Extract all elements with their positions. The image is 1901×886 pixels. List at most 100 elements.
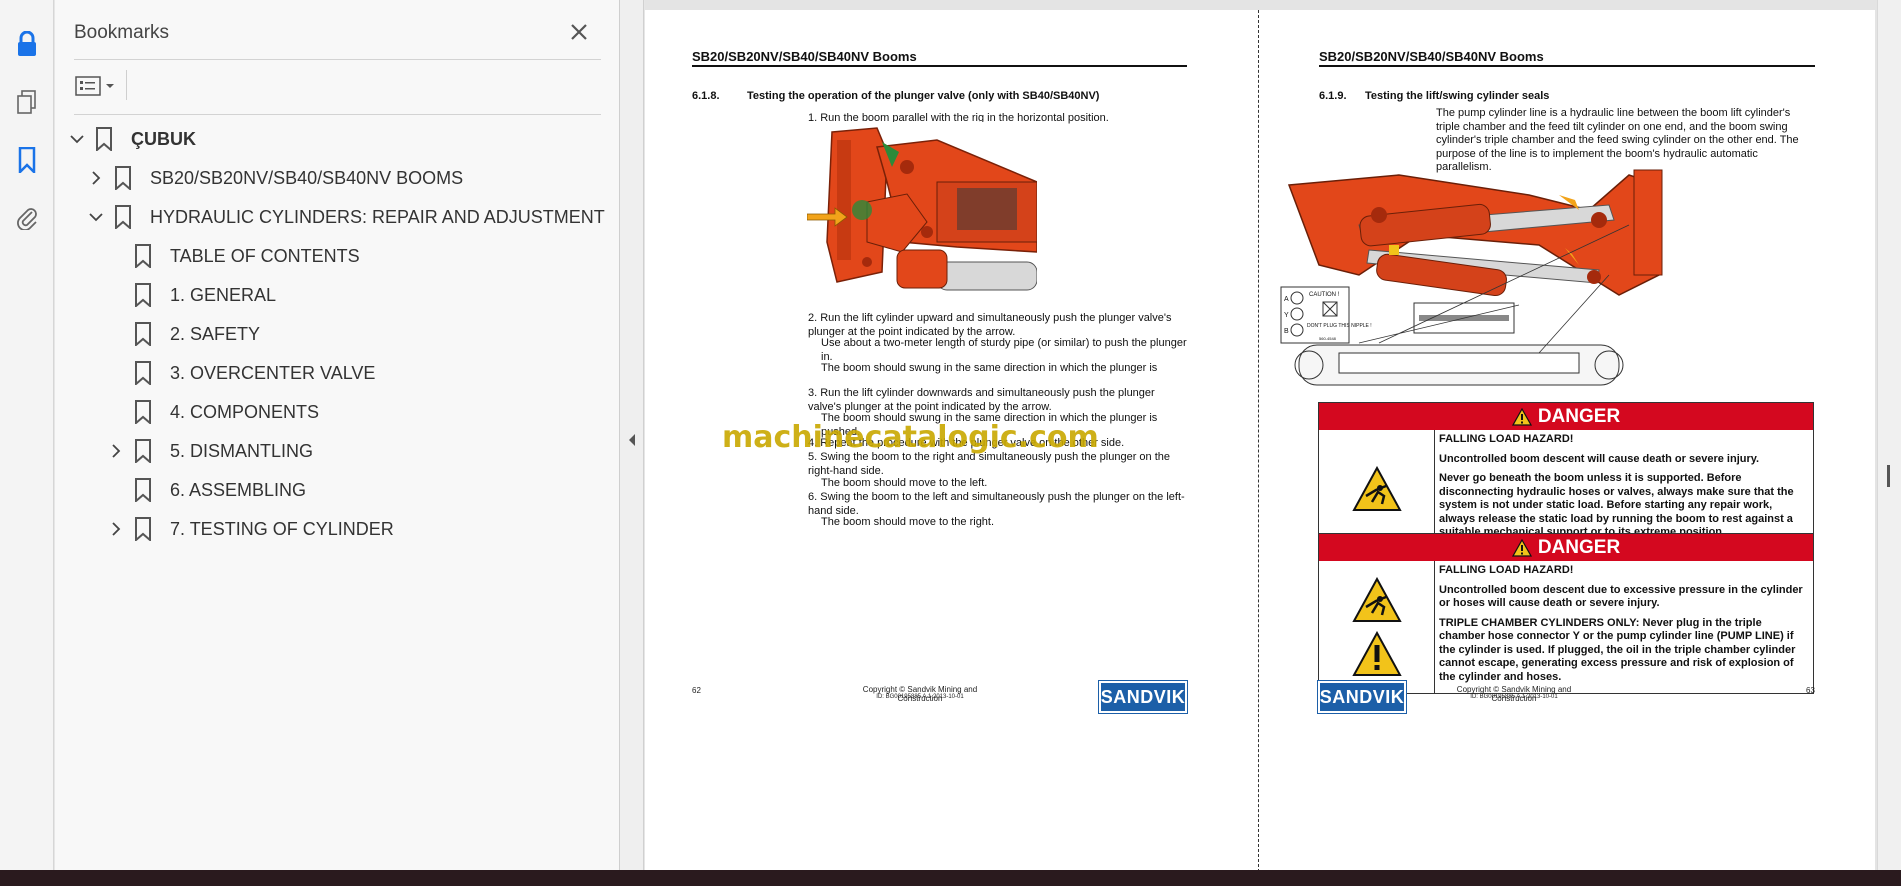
header-rule xyxy=(1319,65,1815,67)
bookmark-icon xyxy=(135,244,151,268)
taskbar xyxy=(0,870,1901,886)
bookmark-overcenter-valve[interactable]: 3. OVERCENTER VALVE xyxy=(106,357,375,389)
caution-text: DON'T PLUG THIS NIPPLE ! xyxy=(1307,323,1372,329)
close-icon[interactable] xyxy=(567,20,591,44)
bookmark-label: TABLE OF CONTENTS xyxy=(170,245,360,266)
pdf-viewer-window: Bookmarks ÇUBUK SB20/SB20NV/SB40/SB40NV … xyxy=(0,0,1901,886)
bookmark-icon xyxy=(135,283,151,307)
falling-load-hazard-icon xyxy=(1351,466,1402,512)
chevron-down-icon[interactable] xyxy=(86,207,106,227)
page-number: 63 xyxy=(1806,686,1815,695)
bookmark-table-of-contents[interactable]: TABLE OF CONTENTS xyxy=(106,240,360,272)
chevron-right-icon[interactable] xyxy=(86,168,106,188)
boom-plunger-valve-figure xyxy=(807,122,1037,297)
danger-line: TRIPLE CHAMBER CYLINDERS ONLY: Never plu… xyxy=(1439,616,1796,683)
chevron-down-icon[interactable] xyxy=(67,129,87,149)
danger-line: FALLING LOAD HAZARD! xyxy=(1439,433,1574,445)
page-63: SB20/SB20NV/SB40/SB40NV Booms 6.1.9. Tes… xyxy=(1259,10,1875,872)
bookmark-icon xyxy=(135,400,151,424)
bookmark-icon xyxy=(135,361,151,385)
bookmark-icon xyxy=(135,517,151,541)
bookmark-label: 3. OVERCENTER VALVE xyxy=(170,362,376,383)
danger-line: Never go beneath the boom unless it is s… xyxy=(1439,472,1794,538)
section-number: 6.1.9. xyxy=(1319,90,1347,102)
bookmark-icon xyxy=(135,322,151,346)
danger-box-1: DANGER FALLING LOAD HAZARD! Uncontrolled… xyxy=(1318,402,1814,550)
scrollbar-thumb[interactable] xyxy=(1887,465,1890,487)
panel-divider xyxy=(74,59,601,60)
caution-port-y: Y xyxy=(1284,312,1289,319)
bookmark-options-button[interactable] xyxy=(75,72,121,100)
danger-box-2: DANGER FALLING LOAD HAZARD! Uncontrolled… xyxy=(1318,533,1814,694)
bookmark-label: HYDRAULIC CYLINDERS: REPAIR AND ADJUSTME… xyxy=(150,206,605,227)
bookmark-components[interactable]: 4. COMPONENTS xyxy=(106,396,319,428)
step-6: 6. Swing the boom to the left and simult… xyxy=(808,491,1185,517)
bookmark-assembling[interactable]: 6. ASSEMBLING xyxy=(106,474,306,506)
tool-rail xyxy=(0,0,54,870)
section-number: 6.1.8. xyxy=(692,90,720,102)
page-number: 62 xyxy=(692,686,701,695)
step-3: 3. Run the lift cylinder downwards and s… xyxy=(808,387,1155,413)
danger-icons xyxy=(1319,430,1435,549)
bookmark-label: SB20/SB20NV/SB40/SB40NV BOOMS xyxy=(150,167,464,188)
warning-icon xyxy=(1511,407,1532,426)
bookmark-dismantling[interactable]: 5. DISMANTLING xyxy=(106,435,313,467)
bookmark-icon xyxy=(135,439,151,463)
panel-title: Bookmarks xyxy=(74,22,170,43)
bookmark-cubuk[interactable]: ÇUBUK xyxy=(67,123,196,155)
caution-port-a: A xyxy=(1284,296,1289,303)
danger-title: DANGER xyxy=(1537,536,1621,558)
step-5-result: The boom should move to the left. xyxy=(821,477,988,489)
danger-line: Uncontrolled boom descent will cause dea… xyxy=(1439,452,1760,465)
bookmark-label: 4. COMPONENTS xyxy=(170,401,320,422)
watermark: machinecatalogic.com xyxy=(722,420,1099,455)
list-options-icon xyxy=(75,76,101,96)
vertical-scrollbar[interactable] xyxy=(1877,0,1901,870)
bookmark-label: 7. TESTING OF CYLINDER xyxy=(170,518,394,539)
danger-header: DANGER xyxy=(1319,403,1813,430)
danger-icons xyxy=(1319,561,1435,693)
bookmark-label: 1. GENERAL xyxy=(170,284,277,305)
bookmark-hydraulic-cylinders[interactable]: HYDRAULIC CYLINDERS: REPAIR AND ADJUSTME… xyxy=(86,201,605,233)
step-2: 2. Run the lift cylinder upward and simu… xyxy=(808,312,1172,338)
document-id: ID: BG00195885 A.1 2013-10-01 xyxy=(876,694,964,700)
panel-resize-handle[interactable] xyxy=(620,0,644,870)
bookmark-icon xyxy=(96,127,112,151)
danger-line: Uncontrolled boom descent due to excessi… xyxy=(1439,583,1803,610)
bookmark-safety[interactable]: 2. SAFETY xyxy=(106,318,260,350)
bookmark-booms[interactable]: SB20/SB20NV/SB40/SB40NV BOOMS xyxy=(86,162,463,194)
warning-icon xyxy=(1511,538,1532,557)
chevron-right-icon[interactable] xyxy=(106,519,126,539)
sandvik-logo: SANDVIK xyxy=(1098,680,1188,714)
bookmark-label: ÇUBUK xyxy=(131,128,196,149)
attachments-icon[interactable] xyxy=(9,199,45,235)
header-rule xyxy=(692,65,1187,67)
document-id: ID: BG00195885 A.1 2013-10-01 xyxy=(1470,694,1558,700)
lift-swing-cylinder-figure: A Y B CAUTION ! DON'T PLUG THIS NIPPLE !… xyxy=(1280,169,1663,386)
bookmarks-panel-icon[interactable] xyxy=(9,142,45,178)
bookmark-testing-of-cylinder[interactable]: 7. TESTING OF CYLINDER xyxy=(106,513,394,545)
toolbar-separator xyxy=(126,70,127,100)
bookmark-label: 5. DISMANTLING xyxy=(170,440,314,461)
page-header: SB20/SB20NV/SB40/SB40NV Booms xyxy=(692,49,917,64)
caution-code: 560-4548 xyxy=(1319,336,1337,341)
section-title: Testing the operation of the plunger val… xyxy=(747,90,1100,102)
step-5: 5. Swing the boom to the right and simul… xyxy=(808,451,1171,477)
section-title: Testing the lift/swing cylinder seals xyxy=(1365,90,1550,102)
panel-divider xyxy=(74,114,601,115)
falling-load-hazard-icon xyxy=(1351,577,1402,622)
lock-icon[interactable] xyxy=(9,26,45,62)
exclamation-warning-icon xyxy=(1351,631,1402,676)
collapse-panel-icon[interactable] xyxy=(627,432,637,448)
bookmark-general[interactable]: 1. GENERAL xyxy=(106,279,276,311)
caution-port-b: B xyxy=(1284,328,1289,335)
danger-line: FALLING LOAD HAZARD! xyxy=(1439,564,1574,576)
bookmark-icon xyxy=(115,205,131,229)
step-2-note: Use about a two-meter length of sturdy p… xyxy=(821,337,1187,363)
pages-thumbnails-icon[interactable] xyxy=(9,84,45,120)
step-6-result: The boom should move to the right. xyxy=(821,516,995,528)
chevron-right-icon[interactable] xyxy=(106,441,126,461)
danger-header: DANGER xyxy=(1319,534,1813,561)
bookmark-icon xyxy=(135,478,151,502)
caution-label: CAUTION ! xyxy=(1309,292,1340,298)
